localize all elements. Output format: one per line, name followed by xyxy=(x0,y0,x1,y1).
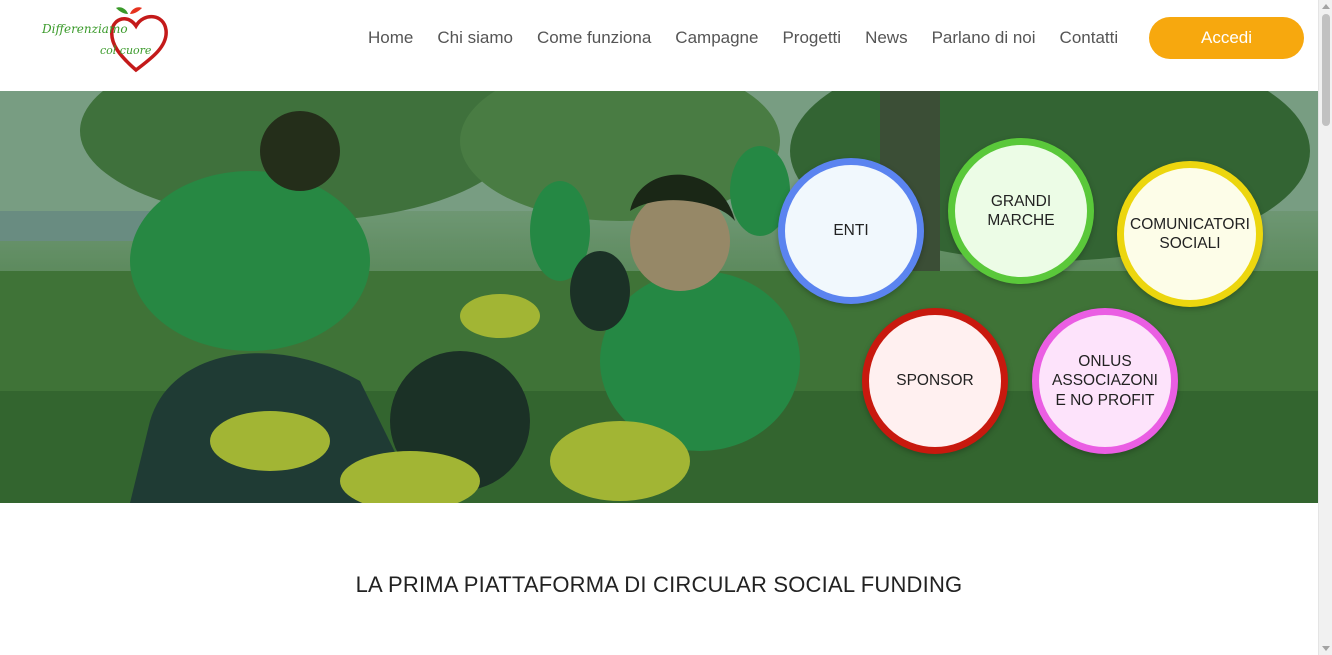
logo-text-line1: Differenziamo xyxy=(42,22,128,36)
nav-come-funziona[interactable]: Come funziona xyxy=(537,28,651,48)
scroll-up-icon[interactable] xyxy=(1322,4,1330,9)
nav-home[interactable]: Home xyxy=(368,28,413,48)
circle-onlus[interactable]: ONLUS ASSOCIAZONI E NO PROFIT xyxy=(1032,308,1178,454)
circle-grandi-marche-label: GRANDI MARCHE xyxy=(987,192,1055,229)
nav-chi-siamo[interactable]: Chi siamo xyxy=(437,28,513,48)
page-scrollbar[interactable] xyxy=(1318,0,1332,655)
circle-grandi-marche[interactable]: GRANDI MARCHE xyxy=(948,138,1094,284)
page-tagline: LA PRIMA PIATTAFORMA DI CIRCULAR SOCIAL … xyxy=(355,572,963,597)
site-logo[interactable]: Differenziamo col cuore xyxy=(40,4,176,74)
logo-text-line2: col cuore xyxy=(100,44,152,57)
nav-news[interactable]: News xyxy=(865,28,908,48)
circle-enti[interactable]: ENTI xyxy=(778,158,924,304)
main-nav: Home Chi siamo Come funziona Campagne Pr… xyxy=(356,0,1130,76)
heart-logo-icon xyxy=(110,7,168,73)
hero-banner: ENTI GRANDI MARCHE COMUNICATORI SOCIALI … xyxy=(0,91,1318,503)
circle-enti-label: ENTI xyxy=(833,222,869,240)
nav-campagne[interactable]: Campagne xyxy=(675,28,758,48)
nav-parlano-di-noi[interactable]: Parlano di noi xyxy=(932,28,1036,48)
circle-comunicatori-sociali[interactable]: COMUNICATORI SOCIALI xyxy=(1117,161,1263,307)
scroll-down-icon[interactable] xyxy=(1322,646,1330,651)
site-header: Differenziamo col cuore Home Chi siamo C… xyxy=(0,0,1318,91)
nav-contatti[interactable]: Contatti xyxy=(1060,28,1119,48)
circle-onlus-label: ONLUS ASSOCIAZONI E NO PROFIT xyxy=(1052,352,1158,409)
nav-progetti[interactable]: Progetti xyxy=(782,28,841,48)
circle-sponsor-label: SPONSOR xyxy=(896,372,974,390)
circle-sponsor[interactable]: SPONSOR xyxy=(862,308,1008,454)
login-button[interactable]: Accedi xyxy=(1149,17,1304,59)
scrollbar-thumb[interactable] xyxy=(1322,14,1330,126)
circle-comunicatori-sociali-label: COMUNICATORI SOCIALI xyxy=(1130,215,1250,252)
